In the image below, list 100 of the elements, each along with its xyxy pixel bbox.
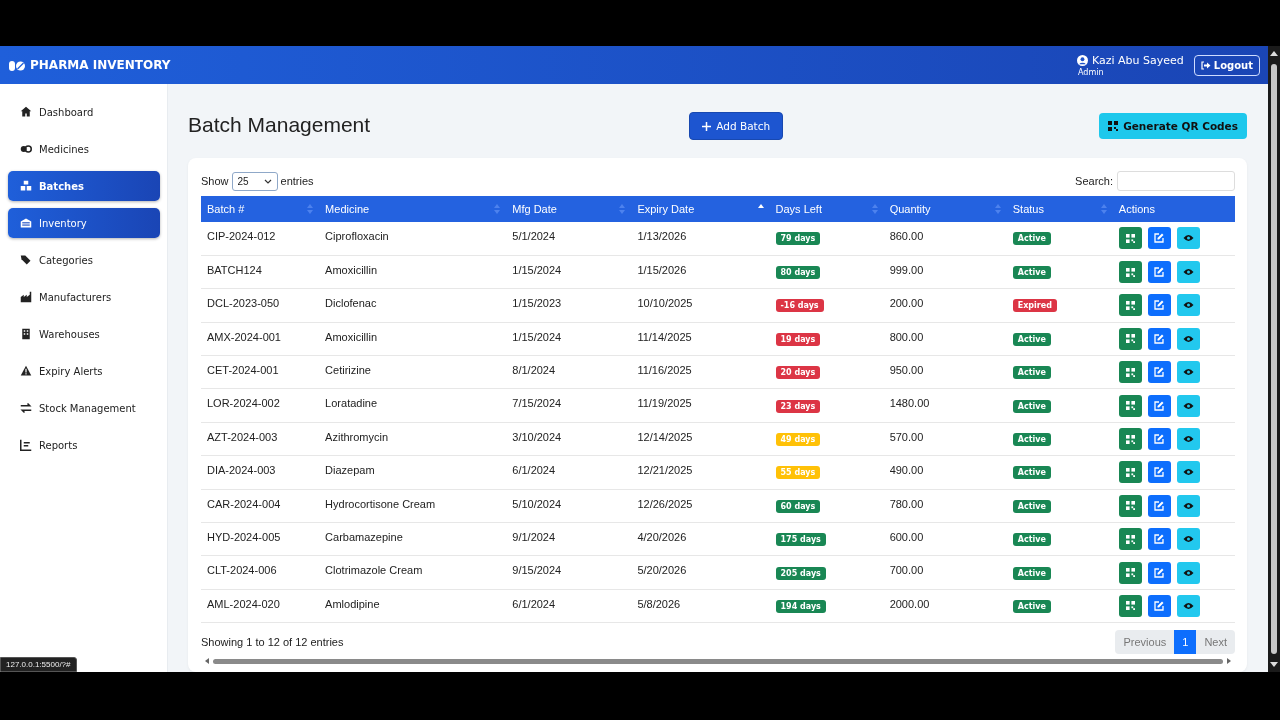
mfg-date: 9/1/2024 <box>512 531 556 543</box>
column-header[interactable]: Medicine <box>319 196 507 222</box>
expiry-date: 12/14/2025 <box>637 430 693 443</box>
page-size-select[interactable]: 25 <box>231 171 278 191</box>
pagination-button[interactable]: Next <box>1196 630 1235 655</box>
view-button[interactable] <box>1176 561 1200 584</box>
sidebar-item[interactable]: Manufacturers <box>8 282 160 312</box>
sidebar-item[interactable]: Stock Management <box>8 393 160 423</box>
qr-code-icon <box>1125 300 1135 310</box>
sidebar-item[interactable]: Expiry Alerts <box>8 356 160 386</box>
sidebar-item[interactable]: Batches <box>8 171 160 201</box>
qr-code-button[interactable] <box>1118 227 1142 250</box>
view-button[interactable] <box>1176 294 1200 317</box>
arrow-right-icon[interactable] <box>1227 658 1231 665</box>
quantity: 860.00 <box>889 230 924 242</box>
edit-button[interactable] <box>1147 294 1171 317</box>
qr-code-button[interactable] <box>1118 494 1142 517</box>
edit-button[interactable] <box>1147 494 1171 517</box>
qr-code-button[interactable] <box>1118 428 1142 451</box>
edit-icon <box>1154 434 1165 445</box>
status-badge: Active <box>1012 433 1051 447</box>
user-icon <box>1077 54 1088 66</box>
eye-icon <box>1182 602 1194 610</box>
qr-code-button[interactable] <box>1118 561 1142 584</box>
edit-icon <box>1154 333 1165 344</box>
edit-icon <box>1154 367 1165 378</box>
view-button[interactable] <box>1176 394 1200 417</box>
medicine-name: Diazepam <box>325 464 375 477</box>
search-field[interactable] <box>1117 171 1235 191</box>
mfg-date: 9/15/2024 <box>512 564 562 577</box>
expiry-date: 12/21/2025 <box>637 464 693 477</box>
generate-qr-button[interactable]: Generate QR Codes <box>1099 113 1247 139</box>
edit-button[interactable] <box>1147 561 1171 584</box>
qr-code-icon <box>1125 601 1135 611</box>
qr-code-icon <box>1125 501 1135 511</box>
medicine-name: Amoxicillin <box>325 263 378 276</box>
qr-code-button[interactable] <box>1118 595 1142 617</box>
column-header[interactable]: Days Left <box>769 196 884 222</box>
qr-code-button[interactable] <box>1118 327 1142 350</box>
status-badge: Active <box>1012 266 1051 280</box>
edit-button[interactable] <box>1147 227 1171 250</box>
edit-icon <box>1154 567 1165 578</box>
edit-button[interactable] <box>1147 428 1171 451</box>
pagination-button[interactable]: Previous <box>1115 630 1175 655</box>
qr-code-button[interactable] <box>1118 361 1142 384</box>
column-header[interactable]: Expiry Date <box>631 196 770 222</box>
medicine-name: Hydrocortisone Cream <box>325 497 436 510</box>
arrow-up-icon[interactable] <box>1270 50 1278 56</box>
sidebar-item[interactable]: Medicines <box>8 134 160 164</box>
view-button[interactable] <box>1176 327 1200 350</box>
eye-icon <box>1182 334 1194 343</box>
chart-icon <box>20 439 32 451</box>
warning-icon <box>20 365 32 377</box>
arrow-left-icon[interactable] <box>205 658 209 665</box>
pagination-button[interactable]: 1 <box>1174 630 1197 655</box>
view-button[interactable] <box>1176 461 1200 484</box>
view-button[interactable] <box>1176 227 1200 250</box>
view-button[interactable] <box>1176 361 1200 384</box>
edit-button[interactable] <box>1147 461 1171 484</box>
qr-code-button[interactable] <box>1118 394 1142 417</box>
eye-icon <box>1182 268 1194 277</box>
medicine-name: Carbamazepine <box>325 531 403 543</box>
view-button[interactable] <box>1176 261 1200 284</box>
view-button[interactable] <box>1176 528 1200 551</box>
view-button[interactable] <box>1176 494 1200 517</box>
view-button[interactable] <box>1176 428 1200 451</box>
batch-number: CAR-2024-004 <box>207 497 281 510</box>
edit-button[interactable] <box>1147 595 1171 617</box>
qr-code-button[interactable] <box>1118 294 1142 317</box>
expiry-date: 11/14/2025 <box>637 330 692 343</box>
view-button[interactable] <box>1176 595 1200 617</box>
edit-button[interactable] <box>1147 394 1171 417</box>
column-header[interactable]: Status <box>1006 196 1113 222</box>
edit-button[interactable] <box>1147 361 1171 384</box>
edit-icon <box>1154 534 1165 545</box>
sidebar-item[interactable]: Warehouses <box>8 319 160 349</box>
logout-button[interactable]: Logout <box>1193 54 1260 76</box>
add-batch-button[interactable]: Add Batch <box>689 112 784 140</box>
eye-icon <box>1182 435 1194 444</box>
sidebar-item[interactable]: Categories <box>8 245 160 275</box>
qr-code-button[interactable] <box>1118 461 1142 484</box>
edit-icon <box>1154 467 1165 478</box>
qr-code-button[interactable] <box>1118 261 1142 284</box>
column-header[interactable]: Quantity <box>883 196 1007 222</box>
sidebar-item[interactable]: Reports <box>8 430 160 460</box>
edit-button[interactable] <box>1147 261 1171 284</box>
sidebar-item[interactable]: Dashboard <box>8 97 160 127</box>
column-header[interactable]: Batch # <box>201 196 320 222</box>
arrow-down-icon[interactable] <box>1270 662 1278 668</box>
sidebar-item[interactable]: Inventory <box>8 208 160 238</box>
edit-button[interactable] <box>1147 528 1171 551</box>
column-header[interactable]: Mfg Date <box>506 196 632 222</box>
days-left-badge: 55 days <box>775 466 821 480</box>
vertical-scrollbar[interactable] <box>1268 46 1280 672</box>
qr-code-button[interactable] <box>1118 528 1142 551</box>
days-left-badge: -16 days <box>775 299 824 313</box>
edit-button[interactable] <box>1147 327 1171 350</box>
quantity: 780.00 <box>889 497 924 510</box>
days-left-badge: 79 days <box>775 232 821 246</box>
page-title: Batch Management <box>188 112 372 137</box>
